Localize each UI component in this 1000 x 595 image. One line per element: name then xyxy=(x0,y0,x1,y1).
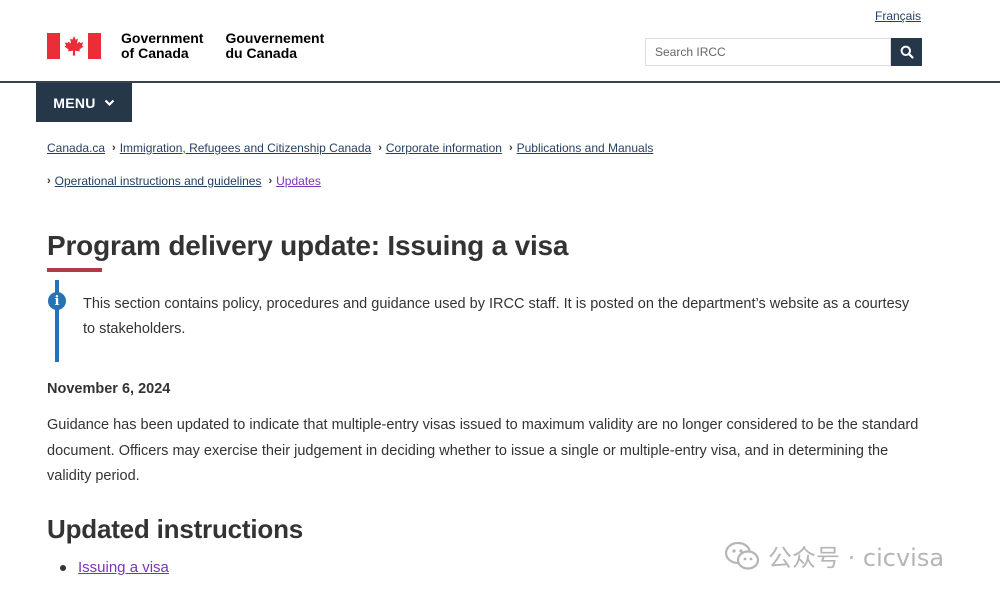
info-notice: i This section contains policy, procedur… xyxy=(47,280,917,362)
chevron-down-icon xyxy=(104,99,114,106)
search-form xyxy=(645,38,922,66)
title-underline xyxy=(47,268,102,272)
signature-fr-line1: Gouvernement xyxy=(225,30,325,46)
language-toggle-link[interactable]: Français xyxy=(875,9,921,23)
search-input[interactable] xyxy=(645,38,891,66)
breadcrumb-chevron-icon: › xyxy=(508,142,513,154)
wechat-icon xyxy=(724,541,760,570)
breadcrumb-row2: › Operational instructions and guideline… xyxy=(47,174,321,188)
search-button[interactable] xyxy=(891,38,922,66)
notice-text: This section contains policy, procedures… xyxy=(83,296,910,337)
header-divider xyxy=(0,81,1000,83)
info-icon: i xyxy=(48,292,66,310)
breadcrumb-chevron-icon: › xyxy=(47,175,51,187)
bullet-icon xyxy=(60,564,66,571)
issuing-visa-link[interactable]: Issuing a visa xyxy=(78,559,169,576)
instructions-list: Issuing a visa xyxy=(60,559,169,576)
list-item: Issuing a visa xyxy=(60,559,169,576)
signature-fr-line2: du Canada xyxy=(225,45,298,61)
page-title: Program delivery update: Issuing a visa xyxy=(47,230,569,261)
breadcrumb-link-updates[interactable]: Updates xyxy=(276,174,321,188)
section-heading: Updated instructions xyxy=(47,514,304,544)
breadcrumb-link-publications[interactable]: Publications and Manuals xyxy=(517,141,654,155)
menu-button[interactable]: MENU xyxy=(36,83,132,122)
breadcrumb: Canada.ca › Immigration, Refugees and Ci… xyxy=(47,141,653,155)
watermark-text: 公众号 · cicvisa xyxy=(768,544,945,572)
breadcrumb-link-corporate[interactable]: Corporate information xyxy=(386,141,502,155)
watermark: 公众号 · cicvisa xyxy=(724,538,944,573)
signature-en-line2: of Canada xyxy=(121,45,189,61)
breadcrumb-link-ircc[interactable]: Immigration, Refugees and Citizenship Ca… xyxy=(120,141,371,155)
search-icon xyxy=(900,45,914,59)
menu-label: MENU xyxy=(53,94,96,111)
canada-flag-icon xyxy=(47,33,101,59)
government-of-canada-signature[interactable]: Government of Canada Gouvernement du Can… xyxy=(47,30,346,61)
update-paragraph: Guidance has been updated to indicate th… xyxy=(47,417,919,484)
signature-en-line1: Government xyxy=(121,30,204,46)
update-date: November 6, 2024 xyxy=(47,381,171,397)
breadcrumb-chevron-icon: › xyxy=(268,175,273,187)
breadcrumb-link-canada[interactable]: Canada.ca xyxy=(47,141,105,155)
breadcrumb-chevron-icon: › xyxy=(378,142,382,154)
breadcrumb-link-operational[interactable]: Operational instructions and guidelines xyxy=(55,174,262,188)
breadcrumb-chevron-icon: › xyxy=(112,142,116,154)
